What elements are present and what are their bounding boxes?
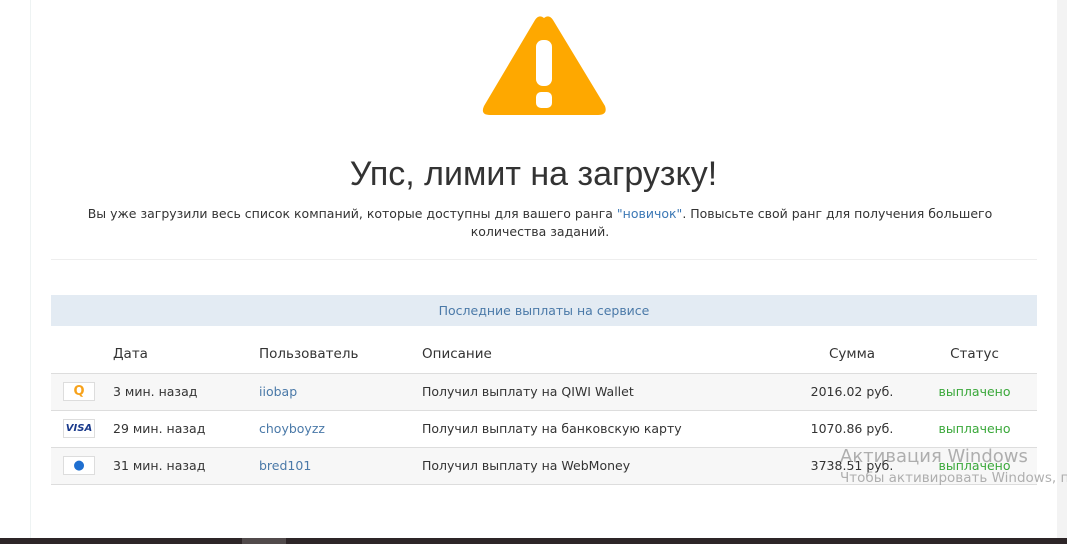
taskbar xyxy=(0,538,1067,544)
status-badge: выплачено xyxy=(912,373,1037,411)
taskbar-item[interactable] xyxy=(242,538,286,544)
row-desc: Получил выплату на QIWI Wallet xyxy=(422,373,792,411)
col-desc: Описание xyxy=(422,336,792,374)
scrollbar-track[interactable] xyxy=(1057,0,1067,538)
row-date: 29 мин. назад xyxy=(113,410,259,448)
qiwi-icon: Q xyxy=(63,382,95,401)
user-link[interactable]: choyboyzz xyxy=(259,410,422,448)
webmoney-icon: ● xyxy=(63,456,95,475)
row-sum: 1070.86 руб. xyxy=(792,410,912,448)
limit-message: Вы уже загрузили весь список компаний, к… xyxy=(60,205,1020,241)
row-desc: Получил выплату на WebMoney xyxy=(422,447,792,485)
divider xyxy=(51,259,1037,260)
payouts-panel-header: Последние выплаты на сервисе xyxy=(51,295,1037,326)
visa-icon: VISA xyxy=(63,419,95,438)
status-badge: выплачено xyxy=(912,410,1037,448)
warning-icon xyxy=(482,16,606,115)
col-status: Статус xyxy=(912,336,1037,374)
rank-link[interactable]: "новичок" xyxy=(617,206,682,221)
col-user: Пользователь xyxy=(259,336,422,374)
row-desc: Получил выплату на банковскую карту xyxy=(422,410,792,448)
user-link[interactable]: bred101 xyxy=(259,447,422,485)
windows-activation-text: Чтобы активировать Windows, пе xyxy=(840,470,1067,486)
row-date: 3 мин. назад xyxy=(113,373,259,411)
row-date: 31 мин. назад xyxy=(113,447,259,485)
message-text: Вы уже загрузили весь список компаний, к… xyxy=(87,206,617,221)
col-sum: Сумма xyxy=(792,336,912,374)
table-row: VISA 29 мин. назад choyboyzz Получил вып… xyxy=(51,410,1037,448)
row-sum: 2016.02 руб. xyxy=(792,373,912,411)
col-date: Дата xyxy=(113,336,259,374)
table-row: Q 3 мин. назад iiobap Получил выплату на… xyxy=(51,373,1037,411)
page-title: Упс, лимит на загрузку! xyxy=(349,155,718,193)
col-icon xyxy=(51,336,113,374)
user-link[interactable]: iiobap xyxy=(259,373,422,411)
windows-activation-title: Активация Windows xyxy=(840,446,1028,467)
